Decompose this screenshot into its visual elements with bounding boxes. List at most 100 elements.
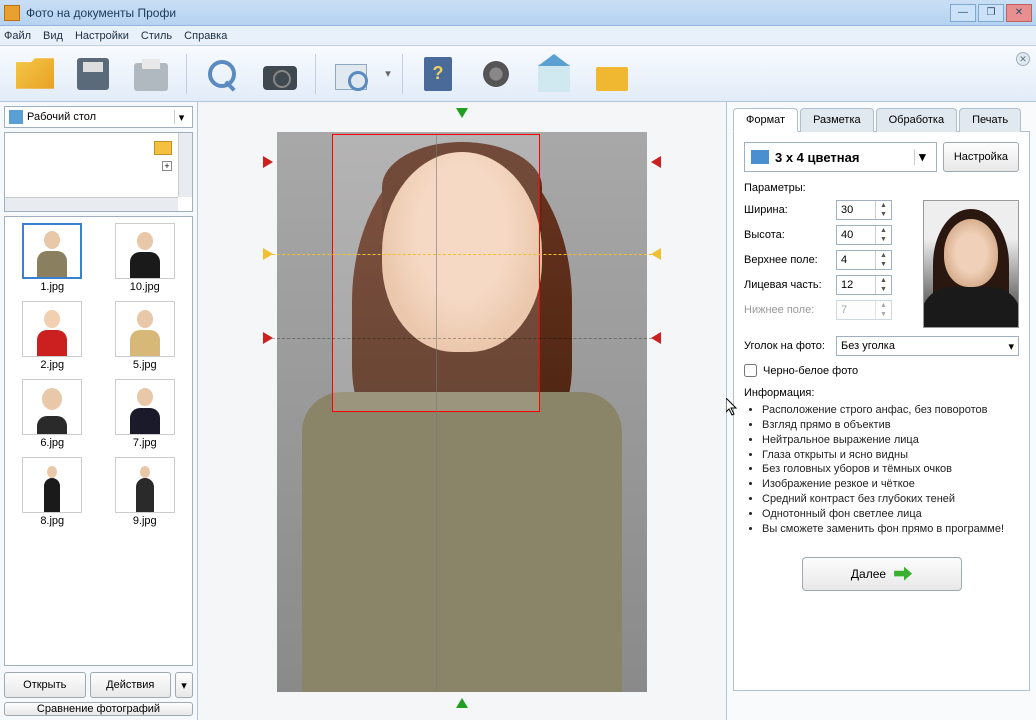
- menu-view[interactable]: Вид: [43, 30, 63, 42]
- configure-button[interactable]: Настройка: [943, 142, 1019, 172]
- top-margin-input[interactable]: [837, 251, 875, 269]
- thumbnail-item[interactable]: 7.jpg: [104, 379, 187, 449]
- bottom-marker-icon[interactable]: [456, 698, 468, 708]
- photo-canvas[interactable]: [277, 132, 647, 692]
- print-button[interactable]: [124, 50, 178, 98]
- eye-marker-left-icon[interactable]: [263, 248, 273, 260]
- chevron-down-icon[interactable]: ▾: [1008, 340, 1014, 353]
- info-item: Расположение строго анфас, без поворотов: [762, 403, 1019, 418]
- chin-guideline: [267, 338, 657, 339]
- tab-markup[interactable]: Разметка: [800, 108, 874, 132]
- top-margin-spinner[interactable]: ▲▼: [836, 250, 892, 270]
- up-arrow-icon: ▲: [876, 301, 891, 310]
- menu-style[interactable]: Стиль: [141, 30, 172, 42]
- height-spinner[interactable]: ▲▼: [836, 225, 892, 245]
- menu-help[interactable]: Справка: [184, 30, 227, 42]
- window-title: Фото на документы Профи: [26, 6, 950, 20]
- actions-dropdown-button[interactable]: ▾: [175, 672, 193, 698]
- width-spinner[interactable]: ▲▼: [836, 200, 892, 220]
- shop-button[interactable]: [585, 50, 639, 98]
- corner-label: Уголок на фото:: [744, 340, 836, 352]
- compare-button[interactable]: Сравнение фотографий: [4, 702, 193, 716]
- thumbnail-item[interactable]: 9.jpg: [104, 457, 187, 527]
- chevron-down-icon[interactable]: ▾: [914, 149, 930, 165]
- info-item: Вы сможете заменить фон прямо в программ…: [762, 522, 1019, 537]
- thumbnail-item[interactable]: 6.jpg: [11, 379, 94, 449]
- crop-top-marker-right-icon[interactable]: [651, 156, 661, 168]
- bw-checkbox[interactable]: [744, 364, 757, 377]
- face-part-spinner[interactable]: ▲▼: [836, 275, 892, 295]
- tab-processing[interactable]: Обработка: [876, 108, 957, 132]
- up-arrow-icon[interactable]: ▲: [876, 201, 891, 210]
- down-arrow-icon: ▼: [876, 310, 891, 319]
- crop-rectangle[interactable]: [332, 134, 540, 412]
- open-file-button[interactable]: Открыть: [4, 672, 86, 698]
- down-arrow-icon[interactable]: ▼: [876, 285, 891, 294]
- down-arrow-icon[interactable]: ▼: [876, 235, 891, 244]
- cart-icon: [596, 67, 628, 91]
- open-button[interactable]: [8, 50, 62, 98]
- tab-format[interactable]: Формат: [733, 108, 798, 132]
- thumbnail-item[interactable]: 10.jpg: [104, 223, 187, 293]
- tab-print[interactable]: Печать: [959, 108, 1021, 132]
- thumbnail-item[interactable]: 8.jpg: [11, 457, 94, 527]
- save-icon: [77, 58, 109, 90]
- minimize-button[interactable]: —: [950, 4, 976, 22]
- chin-marker-right-icon[interactable]: [651, 332, 661, 344]
- down-arrow-icon[interactable]: ▼: [876, 210, 891, 219]
- horizontal-scrollbar[interactable]: [5, 197, 178, 211]
- path-selector[interactable]: Рабочий стол ▾: [4, 106, 193, 128]
- corner-select[interactable]: Без уголка ▾: [836, 336, 1019, 356]
- save-button[interactable]: [66, 50, 120, 98]
- folder-icon: [16, 55, 54, 93]
- help-button[interactable]: [411, 50, 465, 98]
- toolbar: ▾ ✕: [0, 46, 1036, 102]
- sidebar: Рабочий стол ▾ + 1.jpg 10.jpg 2.jpg: [0, 102, 198, 720]
- face-part-input[interactable]: [837, 276, 875, 294]
- dropdown-arrow-icon[interactable]: ▾: [382, 67, 394, 80]
- bottom-margin-input: [837, 301, 875, 319]
- menubar: Файл Вид Настройки Стиль Справка: [0, 26, 1036, 46]
- magnifier-icon: [208, 60, 236, 88]
- down-arrow-icon[interactable]: ▼: [876, 260, 891, 269]
- menu-file[interactable]: Файл: [4, 30, 31, 42]
- expand-icon[interactable]: +: [162, 161, 172, 171]
- path-label: Рабочий стол: [27, 111, 96, 123]
- thumbnail-item[interactable]: 2.jpg: [11, 301, 94, 371]
- bottom-margin-label: Нижнее поле:: [744, 304, 836, 316]
- up-arrow-icon[interactable]: ▲: [876, 226, 891, 235]
- thumbnail-item[interactable]: 5.jpg: [104, 301, 187, 371]
- menu-settings[interactable]: Настройки: [75, 30, 129, 42]
- info-item: Без головных уборов и тёмных очков: [762, 462, 1019, 477]
- top-margin-label: Верхнее поле:: [744, 254, 836, 266]
- right-panel: Формат Разметка Обработка Печать 3 x 4 ц…: [726, 102, 1036, 720]
- width-input[interactable]: [837, 201, 875, 219]
- chevron-down-icon[interactable]: ▾: [174, 110, 188, 124]
- maximize-button[interactable]: ❐: [978, 4, 1004, 22]
- height-input[interactable]: [837, 226, 875, 244]
- close-button[interactable]: ✕: [1006, 4, 1032, 22]
- folder-icon[interactable]: [154, 141, 172, 155]
- actions-button[interactable]: Действия: [90, 672, 172, 698]
- corner-value: Без уголка: [841, 340, 895, 352]
- params-heading: Параметры:: [744, 182, 1019, 194]
- camera-button[interactable]: [253, 50, 307, 98]
- toolbar-close-icon[interactable]: ✕: [1016, 52, 1030, 66]
- eye-marker-right-icon[interactable]: [651, 248, 661, 260]
- photo-search-button[interactable]: [324, 50, 378, 98]
- crop-top-marker-left-icon[interactable]: [263, 156, 273, 168]
- folder-tree[interactable]: +: [4, 132, 193, 212]
- video-button[interactable]: [469, 50, 523, 98]
- format-preset-select[interactable]: 3 x 4 цветная ▾: [744, 142, 937, 172]
- thumbnail-item[interactable]: 1.jpg: [11, 223, 94, 293]
- next-button[interactable]: Далее: [802, 557, 962, 591]
- chin-marker-left-icon[interactable]: [263, 332, 273, 344]
- top-marker-icon[interactable]: [456, 108, 468, 118]
- vertical-scrollbar[interactable]: [178, 133, 192, 197]
- info-item: Взгляд прямо в объектив: [762, 418, 1019, 433]
- zoom-button[interactable]: [195, 50, 249, 98]
- home-button[interactable]: [527, 50, 581, 98]
- separator: [315, 54, 316, 94]
- up-arrow-icon[interactable]: ▲: [876, 276, 891, 285]
- up-arrow-icon[interactable]: ▲: [876, 251, 891, 260]
